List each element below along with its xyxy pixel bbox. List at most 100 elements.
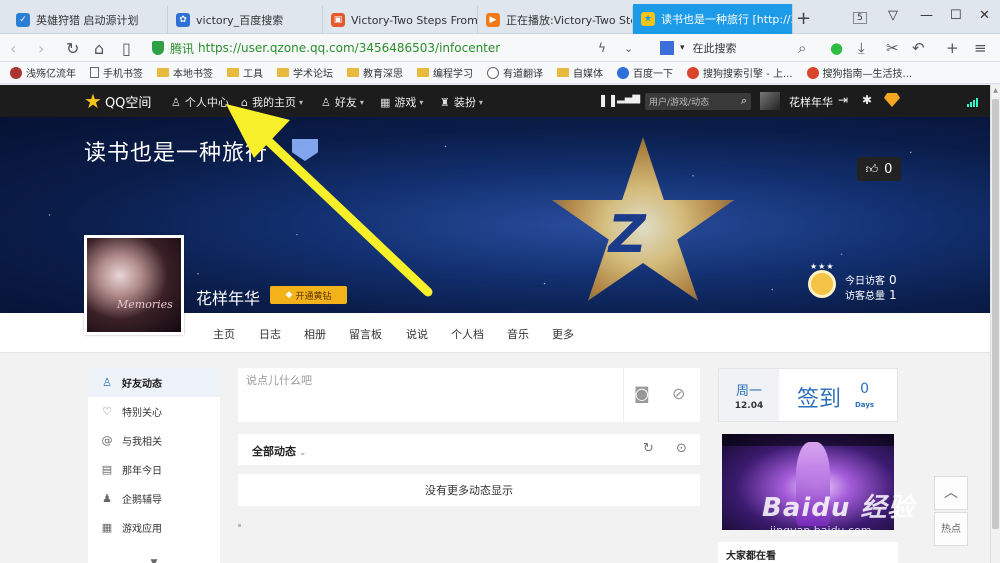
tab-home[interactable]: 主页 <box>213 326 235 342</box>
camera-icon[interactable]: ◙ <box>634 384 650 403</box>
bookmark-item[interactable]: 浅殇亿流年 <box>10 65 76 80</box>
browser-tab-active[interactable]: ★ 读书也是一种旅行 [http://3‹ ✕ <box>633 4 793 34</box>
nav-friends[interactable]: ♙ 好友 ▾ <box>321 94 364 110</box>
open-yellow-diamond-button[interactable]: ◆ 开通黄钻 <box>270 286 347 304</box>
shield-icon: ✓ <box>16 13 30 27</box>
avatar[interactable] <box>760 92 780 110</box>
download-icon[interactable]: ⤓ <box>858 39 865 57</box>
forward-icon[interactable]: › <box>38 39 44 58</box>
add-icon[interactable]: + <box>946 39 959 57</box>
browser-tab-1[interactable]: ✓ 英雄狩猎 启动源计划 <box>8 6 168 34</box>
browser-tab-2[interactable]: ✿ victory_百度搜索 <box>168 6 323 34</box>
bookmark-item[interactable]: 工具 <box>227 65 263 80</box>
bookmark-item[interactable]: 手机书签 <box>90 65 143 80</box>
tab-message-board[interactable]: 留言板 <box>349 326 382 342</box>
chevron-down-icon: ▾ <box>478 97 483 107</box>
bookmark-item[interactable]: 搜狗搜索引擎 - 上... <box>687 65 793 80</box>
wechat-icon[interactable]: ● <box>830 39 843 57</box>
sidebar-item-game-apps[interactable]: ▦ 游戏应用 <box>88 513 220 542</box>
tab-label: victory_百度搜索 <box>196 14 284 27</box>
scrollbar-thumb[interactable] <box>992 99 999 529</box>
calendar-icon: ▤ <box>101 463 113 476</box>
user-name[interactable]: 花样年华 <box>789 94 833 110</box>
hot-topics-button[interactable]: 热点 <box>934 512 968 546</box>
bookmark-item[interactable]: 有道翻译 <box>487 65 543 80</box>
post-composer: 说点儿什么吧 ◙ ⊘ <box>238 368 700 422</box>
search-engine-field[interactable]: ▾ 在此搜索 <box>660 38 820 58</box>
pause-icon[interactable]: ❚❚ <box>598 93 618 107</box>
post-input[interactable]: 说点儿什么吧 <box>238 368 624 422</box>
qzone-logo[interactable]: ★ QQ空间 <box>84 91 151 111</box>
vip-diamond-icon[interactable] <box>884 93 900 107</box>
nav-dress-up[interactable]: ♜ 装扮 ▾ <box>440 94 483 110</box>
bookmark-item[interactable]: 百度一下 <box>617 65 673 80</box>
logout-icon[interactable]: ⇥ <box>838 93 848 107</box>
profile-avatar[interactable]: Memories <box>84 235 184 335</box>
tab-profile[interactable]: 个人档 <box>451 326 484 342</box>
back-to-top-button[interactable]: ︿ <box>934 476 968 510</box>
like-button[interactable]: 👍︎ 0 <box>857 157 901 181</box>
visitor-stats[interactable]: ★★★ 今日访客 0 访客总量 1 <box>808 262 908 302</box>
sidebar-item-penguin-tutoring[interactable]: ♟ 企鹅辅导 <box>88 484 220 513</box>
bookmark-item[interactable]: 学术论坛 <box>277 65 333 80</box>
reader-icon[interactable]: ▯ <box>122 39 131 58</box>
menu-icon[interactable]: ≡ <box>974 39 987 57</box>
tab-moments[interactable]: 说说 <box>406 326 428 342</box>
home-icon[interactable]: ⌂ <box>94 39 104 58</box>
folder-icon <box>347 68 359 77</box>
settings-icon[interactable]: ⊙ <box>676 441 687 456</box>
bookmark-label: 百度一下 <box>633 69 673 80</box>
sidebar-item-related-to-me[interactable]: @ 与我相关 <box>88 426 220 455</box>
tab-blog[interactable]: 日志 <box>259 326 281 342</box>
browser-tab-4[interactable]: ▶ 正在播放:Victory-Two Steps <box>478 6 633 34</box>
scroll-up-icon[interactable]: ▲ <box>991 87 1000 94</box>
tab-more[interactable]: 更多 <box>552 326 574 342</box>
link-icon[interactable]: ⊘ <box>672 384 685 403</box>
expand-chevron-icon[interactable]: ▼ <box>88 558 220 563</box>
back-icon[interactable]: ‹ <box>10 39 16 58</box>
close-window-icon[interactable]: ✕ <box>979 8 990 23</box>
tab-album[interactable]: 相册 <box>304 326 326 342</box>
bookmark-item[interactable]: 编程学习 <box>417 65 473 80</box>
sidebar-item-friend-feed[interactable]: ♙ 好友动态 <box>88 368 220 397</box>
space-title: 读书也是一种旅行 <box>84 141 269 166</box>
equalizer-icon[interactable]: ▂▄▆ <box>617 93 640 104</box>
sidebar-item-special-care[interactable]: ♡ 特别关心 <box>88 397 220 426</box>
minimize-icon[interactable]: — <box>920 8 933 23</box>
bookmark-item[interactable]: 教育深思 <box>347 65 403 80</box>
bookmark-label: 本地书签 <box>173 69 213 80</box>
nav-personal-center[interactable]: ♙ 个人中心 <box>171 94 229 110</box>
bookmark-item[interactable]: 搜狗指南—生活技... <box>806 65 912 80</box>
home-icon: ⌂ <box>241 95 248 109</box>
shirt-skin-icon[interactable]: ▽ <box>888 8 898 23</box>
nav-label: 游戏 <box>394 96 417 109</box>
page-scrollbar[interactable]: ▲ <box>990 85 1000 563</box>
sidebar-item-this-day[interactable]: ▤ 那年今日 <box>88 455 220 484</box>
search-icon[interactable]: ⌕ <box>741 94 747 108</box>
sign-in-label[interactable]: 签到 <box>797 381 841 413</box>
gear-icon[interactable]: ✱ <box>862 93 872 107</box>
maximize-icon[interactable]: ☐ <box>950 8 962 23</box>
search-icon[interactable]: ⌕ <box>798 39 806 57</box>
tab-counter[interactable]: 5 <box>853 12 867 24</box>
play-icon: ▶ <box>486 13 500 27</box>
url-field[interactable]: 腾讯 https://user.qzone.qq.com/3456486503/… <box>152 37 652 59</box>
feed-filter-dropdown[interactable]: 全部动态 ⌄ <box>252 443 307 459</box>
sign-in-widget[interactable]: 周一 12.04 签到 0 Days <box>718 368 898 422</box>
undo-icon[interactable]: ↶ <box>912 39 925 57</box>
qzone-search-input[interactable]: 用户/游戏/动态 ⌕ <box>645 93 751 110</box>
sidebar-item-label: 那年今日 <box>122 466 162 477</box>
new-tab-button[interactable]: + <box>796 8 811 29</box>
dropdown-icon[interactable]: ⌄ <box>624 42 633 55</box>
refresh-icon[interactable]: ↻ <box>643 441 654 456</box>
bookmark-item[interactable]: 本地书签 <box>157 65 213 80</box>
nav-my-homepage[interactable]: ⌂ 我的主页 ▾ <box>241 94 303 110</box>
nav-games[interactable]: ▦ 游戏 ▾ <box>380 94 423 110</box>
lightning-icon[interactable]: ϟ <box>598 41 606 55</box>
browser-tab-3[interactable]: ▣ Victory-Two Steps From He <box>323 6 478 34</box>
scissors-icon[interactable]: ✂ <box>886 39 899 57</box>
tab-music[interactable]: 音乐 <box>507 326 529 342</box>
qzone-star-icon: ★ <box>641 12 655 26</box>
bookmark-item[interactable]: 自媒体 <box>557 65 603 80</box>
refresh-icon[interactable]: ↻ <box>66 39 79 58</box>
